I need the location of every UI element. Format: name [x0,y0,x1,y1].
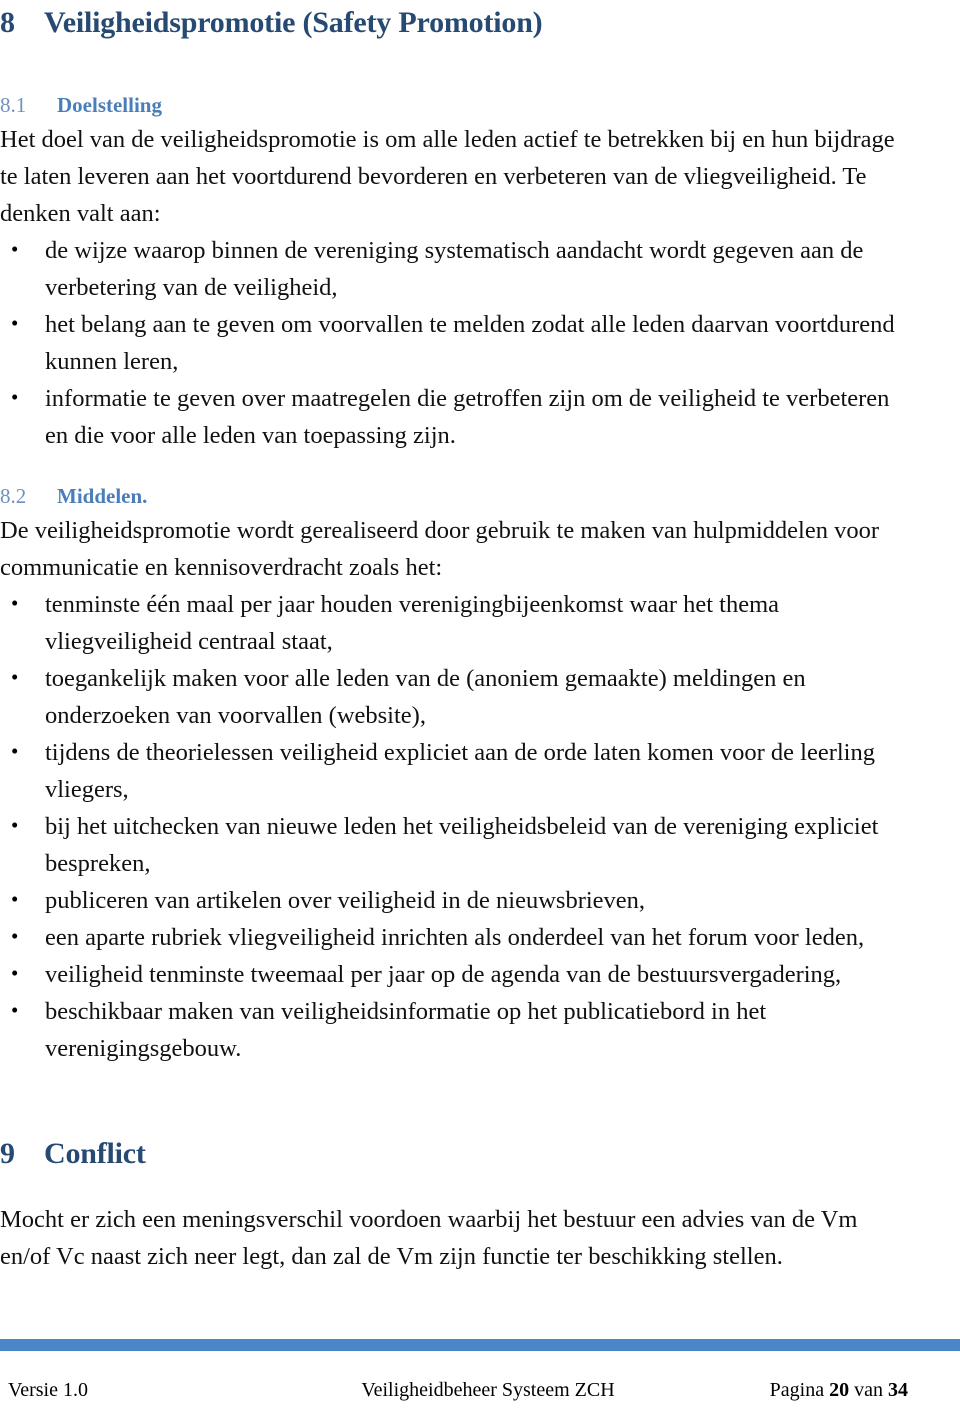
section-8-2-bullet-list: tenminste één maal per jaar houden veren… [0,585,898,1067]
list-item: veiligheid tenminste tweemaal per jaar o… [0,955,898,993]
list-item: tijdens de theorielessen veiligheid expl… [0,733,898,808]
chapter-9-number: 9 [0,1136,15,1170]
footer-version: Versie 1.0 [8,1379,88,1401]
footer-page-middle: van [854,1379,883,1401]
chapter-8-title: Veiligheidspromotie (Safety Promotion) [44,6,543,39]
page-footer: Versie 1.0 Veiligheidbeheer Systeem ZCH … [0,1339,960,1424]
list-item: toegankelijk maken voor alle leden van d… [0,659,898,734]
chapter-9-title: Conflict [44,1136,146,1170]
section-8-2-heading: 8.2 Middelen. [0,484,898,508]
list-item: informatie te geven over maatregelen die… [0,379,898,454]
section-8-1-number: 8.1 [0,92,27,117]
footer-page-total: 34 [888,1379,908,1401]
section-8-1-bullet-list: de wijze waarop binnen de vereniging sys… [0,231,898,454]
footer-row: Versie 1.0 Veiligheidbeheer Systeem ZCH … [0,1378,960,1424]
section-8-2-title: Middelen. [57,483,148,508]
section-8-2-paragraph: De veiligheidspromotie wordt gerealiseer… [0,516,880,581]
section-8-1-heading: 8.1 Doelstelling [0,93,898,117]
footer-divider-rule [0,1339,960,1351]
section-8-2-number: 8.2 [0,483,27,508]
list-item: beschikbaar maken van veiligheidsinforma… [0,992,898,1067]
document-page: 8 Veiligheidspromotie (Safety Promotion) … [0,0,960,1424]
section-8-1-title: Doelstelling [57,92,162,117]
section-8-1-paragraph: Het doel van de veiligheidspromotie is o… [0,125,895,227]
list-item: publiceren van artikelen over veiligheid… [0,881,898,919]
footer-page-prefix: Pagina [769,1379,825,1401]
chapter-9-heading: 9 Conflict [0,1131,898,1172]
list-item: bij het uitchecken van nieuwe leden het … [0,807,898,882]
list-item: een aparte rubriek vliegveiligheid inric… [0,918,898,956]
list-item: de wijze waarop binnen de vereniging sys… [0,231,898,306]
list-item: het belang aan te geven om voorvallen te… [0,305,898,380]
chapter-8-heading: 8 Veiligheidspromotie (Safety Promotion) [0,0,898,41]
chapter-9-paragraph: Mocht er zich een meningsverschil voordo… [0,1206,858,1271]
page-content: 8 Veiligheidspromotie (Safety Promotion) … [0,0,960,1275]
footer-page-current: 20 [829,1379,850,1401]
chapter-8-number: 8 [0,6,15,39]
footer-document-title: Veiligheidbeheer Systeem ZCH [361,1379,615,1401]
footer-page-number: Pagina 20 van 34 [638,1378,908,1402]
list-item: tenminste één maal per jaar houden veren… [0,585,898,660]
